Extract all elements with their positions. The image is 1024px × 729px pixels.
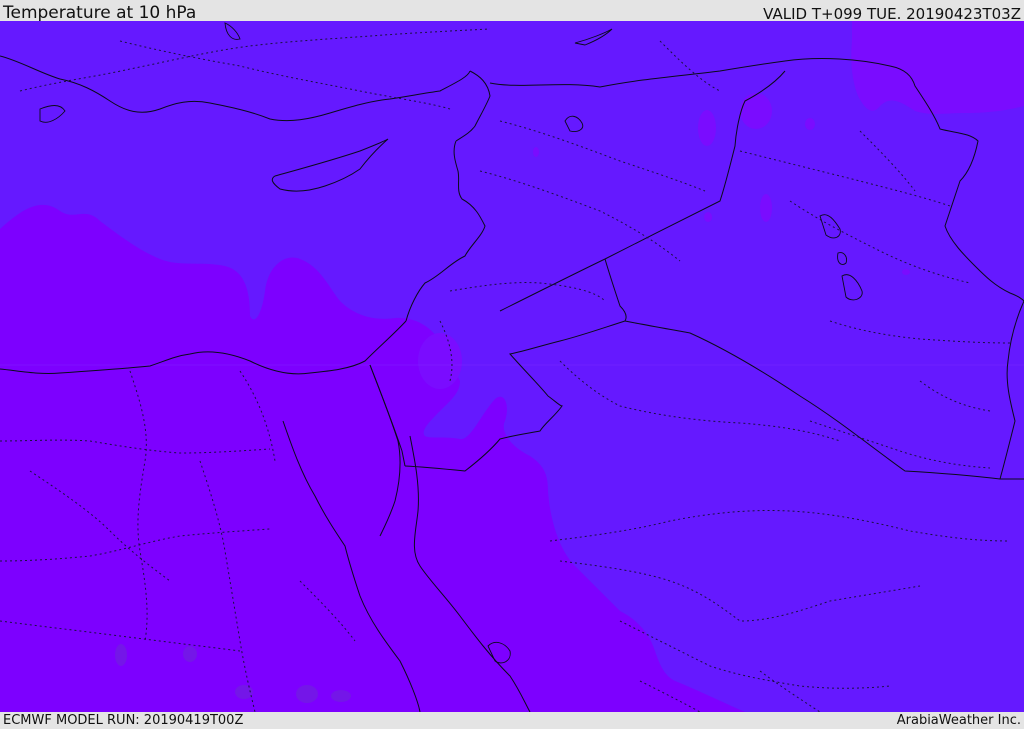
header-bar: Temperature at 10 hPa VALID T+099 TUE. 2… bbox=[0, 0, 1024, 23]
footer-bar: ECMWF MODEL RUN: 20190419T00Z ArabiaWeat… bbox=[0, 712, 1024, 729]
map-area[interactable] bbox=[0, 21, 1024, 712]
credit-text: ArabiaWeather Inc. bbox=[896, 713, 1021, 728]
temperature-map bbox=[0, 21, 1024, 712]
field-colder-northeast bbox=[851, 21, 1024, 114]
model-run: ECMWF MODEL RUN: 20190419T00Z bbox=[3, 713, 244, 728]
